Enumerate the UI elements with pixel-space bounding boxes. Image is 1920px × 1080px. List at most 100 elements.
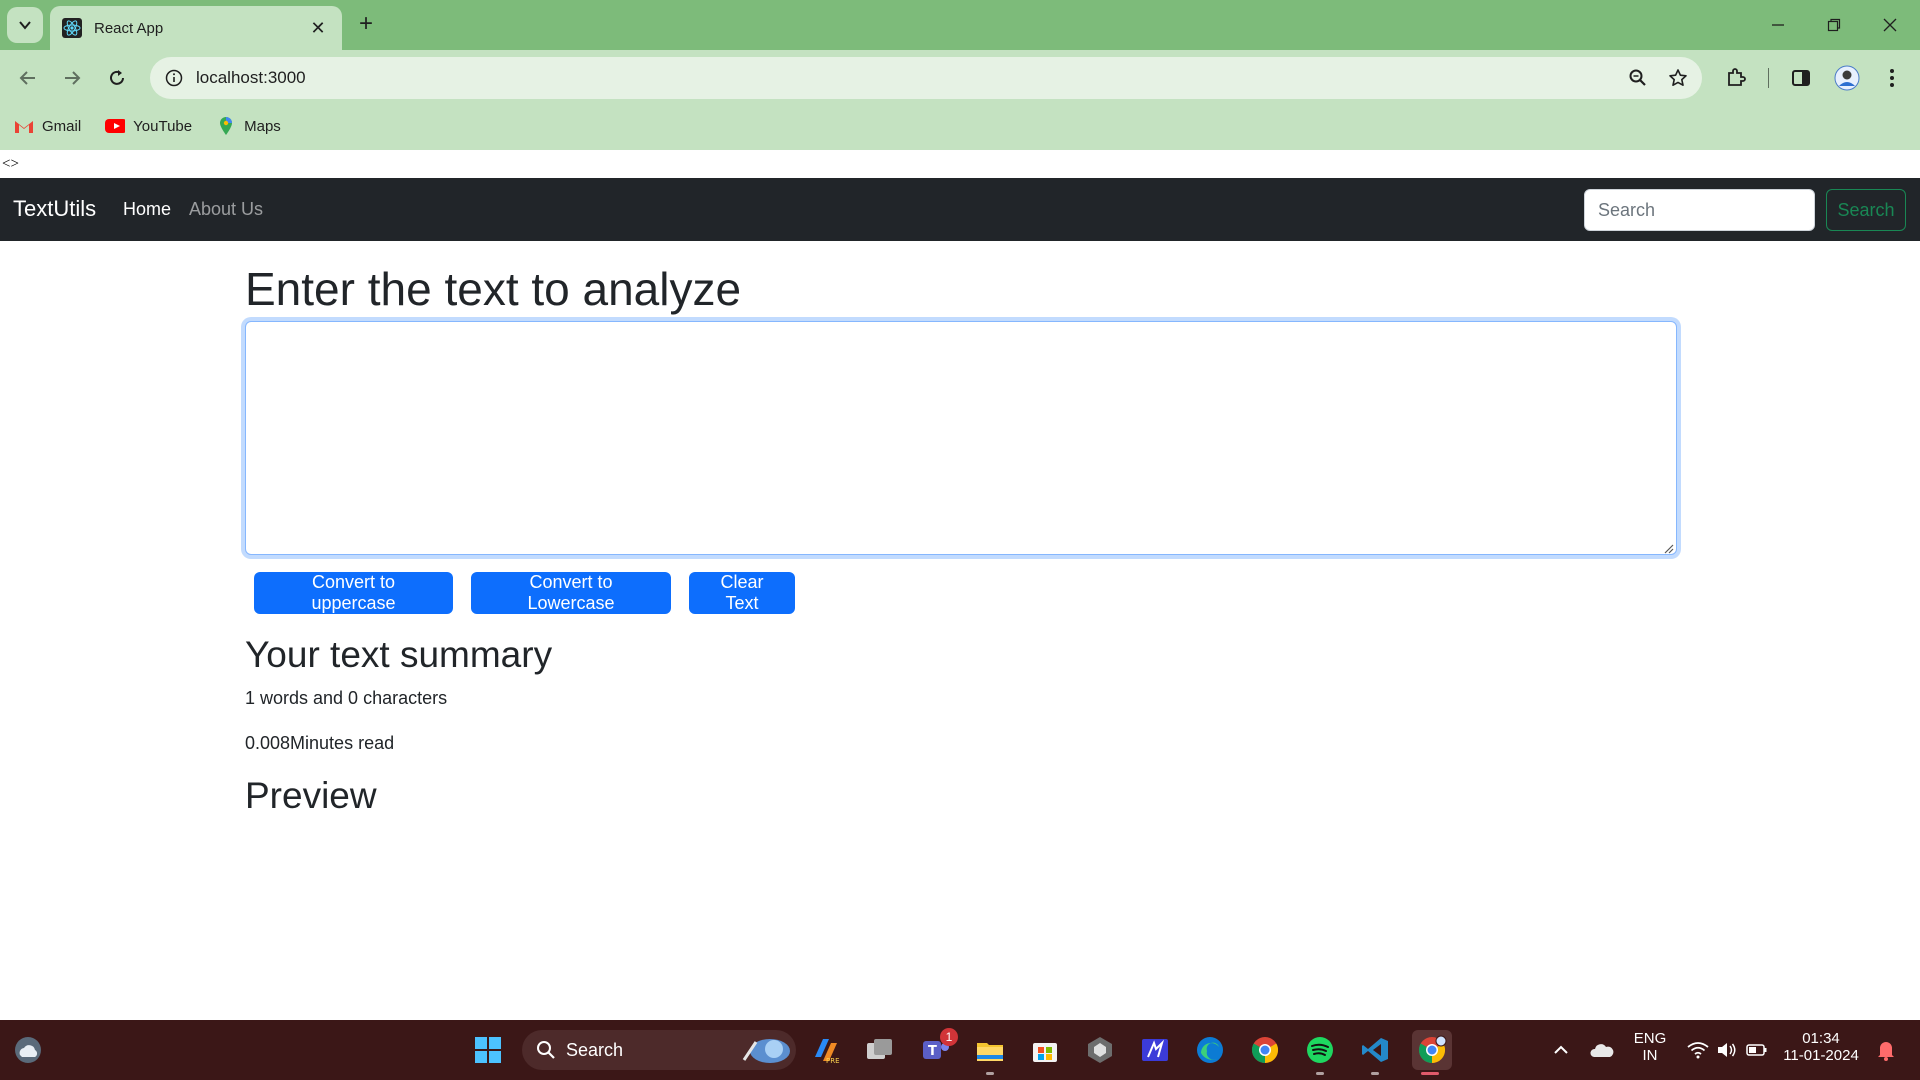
task-view-icon: [867, 1039, 892, 1059]
region-code: IN: [1642, 1047, 1658, 1064]
gmail-icon: [14, 118, 34, 134]
reload-button[interactable]: [99, 60, 135, 96]
language-indicator[interactable]: ENG IN: [1628, 1030, 1672, 1064]
pen-app[interactable]: [1137, 1032, 1173, 1068]
toolbar-divider: [1768, 68, 1769, 88]
avatar-icon: [1834, 65, 1860, 91]
clear-text-button[interactable]: Clear Text: [689, 572, 795, 614]
onedrive-cloud-icon: [1590, 1044, 1614, 1057]
page-title: Enter the text to analyze: [245, 263, 742, 315]
browser-tabstrip: React App ✕ +: [0, 0, 1920, 50]
page-viewport: <> TextUtils Home About Us Search Enter …: [0, 150, 1920, 1020]
chrome-app[interactable]: [1247, 1032, 1283, 1068]
edge-app[interactable]: [1192, 1032, 1228, 1068]
resize-handle-icon[interactable]: [1662, 542, 1674, 554]
cloud-moon-icon: [15, 1037, 41, 1063]
edge-icon: [1197, 1037, 1223, 1063]
taskbar-search[interactable]: Search: [522, 1030, 796, 1070]
store-icon: [1033, 1043, 1057, 1062]
site-info-icon[interactable]: [162, 66, 186, 90]
battery-icon: [1746, 1044, 1767, 1056]
navbar-search-button[interactable]: Search: [1826, 189, 1906, 231]
taskbar-search-label: Search: [566, 1039, 624, 1060]
task-view-app[interactable]: [862, 1032, 898, 1068]
start-button[interactable]: [470, 1032, 506, 1068]
onedrive-tray[interactable]: [1584, 1032, 1620, 1068]
fragment-text: <>: [2, 156, 19, 172]
new-tab-button[interactable]: +: [352, 11, 380, 39]
unity-icon: [1088, 1037, 1112, 1063]
vscode-icon: [1362, 1038, 1388, 1062]
bookmarks-bar: Gmail YouTube Maps: [0, 102, 1920, 150]
nav-link-home[interactable]: Home: [123, 199, 171, 220]
react-logo-icon: [62, 18, 82, 38]
chevron-down-icon: [19, 21, 31, 30]
close-window-button[interactable]: [1870, 10, 1910, 40]
tab-search-button[interactable]: [7, 7, 43, 43]
browser-tab[interactable]: React App ✕: [50, 6, 342, 50]
close-tab-icon[interactable]: ✕: [306, 18, 330, 39]
read-time: 0.008Minutes read: [245, 733, 395, 753]
app-navbar: TextUtils Home About Us Search: [0, 178, 1920, 241]
uppercase-button[interactable]: Convert to uppercase: [254, 572, 453, 614]
arrow-right-icon: [65, 71, 81, 85]
summary-heading: Your text summary: [245, 634, 553, 675]
forward-button[interactable]: [54, 60, 90, 96]
maps-pin-icon: [216, 117, 236, 135]
bookmark-star-icon[interactable]: [1662, 62, 1694, 94]
profile-avatar[interactable]: [1829, 60, 1865, 96]
minimize-icon: [1772, 24, 1784, 26]
chrome-profile-icon: [1418, 1035, 1447, 1064]
browser-menu-button[interactable]: [1874, 60, 1910, 96]
navbar-brand[interactable]: TextUtils: [13, 196, 96, 222]
teams-app[interactable]: T 1: [918, 1028, 958, 1068]
vscode-app[interactable]: [1357, 1032, 1393, 1068]
search-highlight-icon: [742, 1039, 790, 1063]
spotify-app[interactable]: [1302, 1032, 1338, 1068]
notifications-button[interactable]: [1868, 1032, 1904, 1068]
restore-icon: [1827, 18, 1841, 32]
side-panel-icon: [1792, 70, 1810, 86]
close-icon: [1883, 18, 1897, 32]
restore-button[interactable]: [1814, 10, 1854, 40]
bookmark-gmail[interactable]: Gmail: [14, 118, 81, 135]
minimize-button[interactable]: [1758, 10, 1798, 40]
preview-heading: Preview: [245, 775, 377, 816]
back-button[interactable]: [10, 60, 46, 96]
lowercase-button[interactable]: Convert to Lowercase: [471, 572, 671, 614]
running-indicator: [1371, 1072, 1379, 1075]
browser-toolbar: localhost:3000: [0, 50, 1920, 102]
bookmark-youtube[interactable]: YouTube: [105, 118, 192, 135]
bookmark-maps[interactable]: Maps: [216, 117, 281, 135]
weather-widget[interactable]: [10, 1032, 46, 1068]
chrome-icon: [1251, 1037, 1279, 1064]
text-input-area[interactable]: [245, 321, 1677, 555]
address-bar[interactable]: localhost:3000: [150, 57, 1702, 99]
chrome-profile-app[interactable]: [1412, 1030, 1452, 1070]
search-icon: [537, 1041, 555, 1059]
show-hidden-icons[interactable]: [1543, 1032, 1579, 1068]
folder-icon: [977, 1043, 1003, 1061]
file-explorer-app[interactable]: [972, 1032, 1008, 1068]
clock-time: 01:34: [1802, 1030, 1840, 1047]
side-panel-button[interactable]: [1783, 60, 1819, 96]
wifi-icon: [1687, 1042, 1709, 1059]
more-vertical-icon: [1890, 69, 1894, 87]
url-text[interactable]: localhost:3000: [196, 68, 1622, 88]
battery-tray[interactable]: [1739, 1032, 1775, 1068]
nav-link-about[interactable]: About Us: [189, 199, 263, 220]
store-app[interactable]: [1027, 1032, 1063, 1068]
puzzle-icon: [1728, 68, 1746, 86]
zoom-icon[interactable]: [1622, 62, 1654, 94]
copilot-app[interactable]: PRE: [808, 1032, 844, 1068]
active-indicator: [1421, 1072, 1439, 1075]
extensions-button[interactable]: [1718, 60, 1754, 96]
unity-app[interactable]: [1082, 1032, 1118, 1068]
bookmark-label: YouTube: [133, 117, 193, 135]
navbar-search-input[interactable]: [1584, 189, 1815, 231]
clock[interactable]: 01:34 11-01-2024: [1776, 1030, 1866, 1064]
running-indicator: [1316, 1072, 1324, 1075]
reload-icon: [110, 70, 124, 85]
youtube-icon: [105, 118, 126, 134]
pen-app-icon: [1142, 1039, 1168, 1061]
